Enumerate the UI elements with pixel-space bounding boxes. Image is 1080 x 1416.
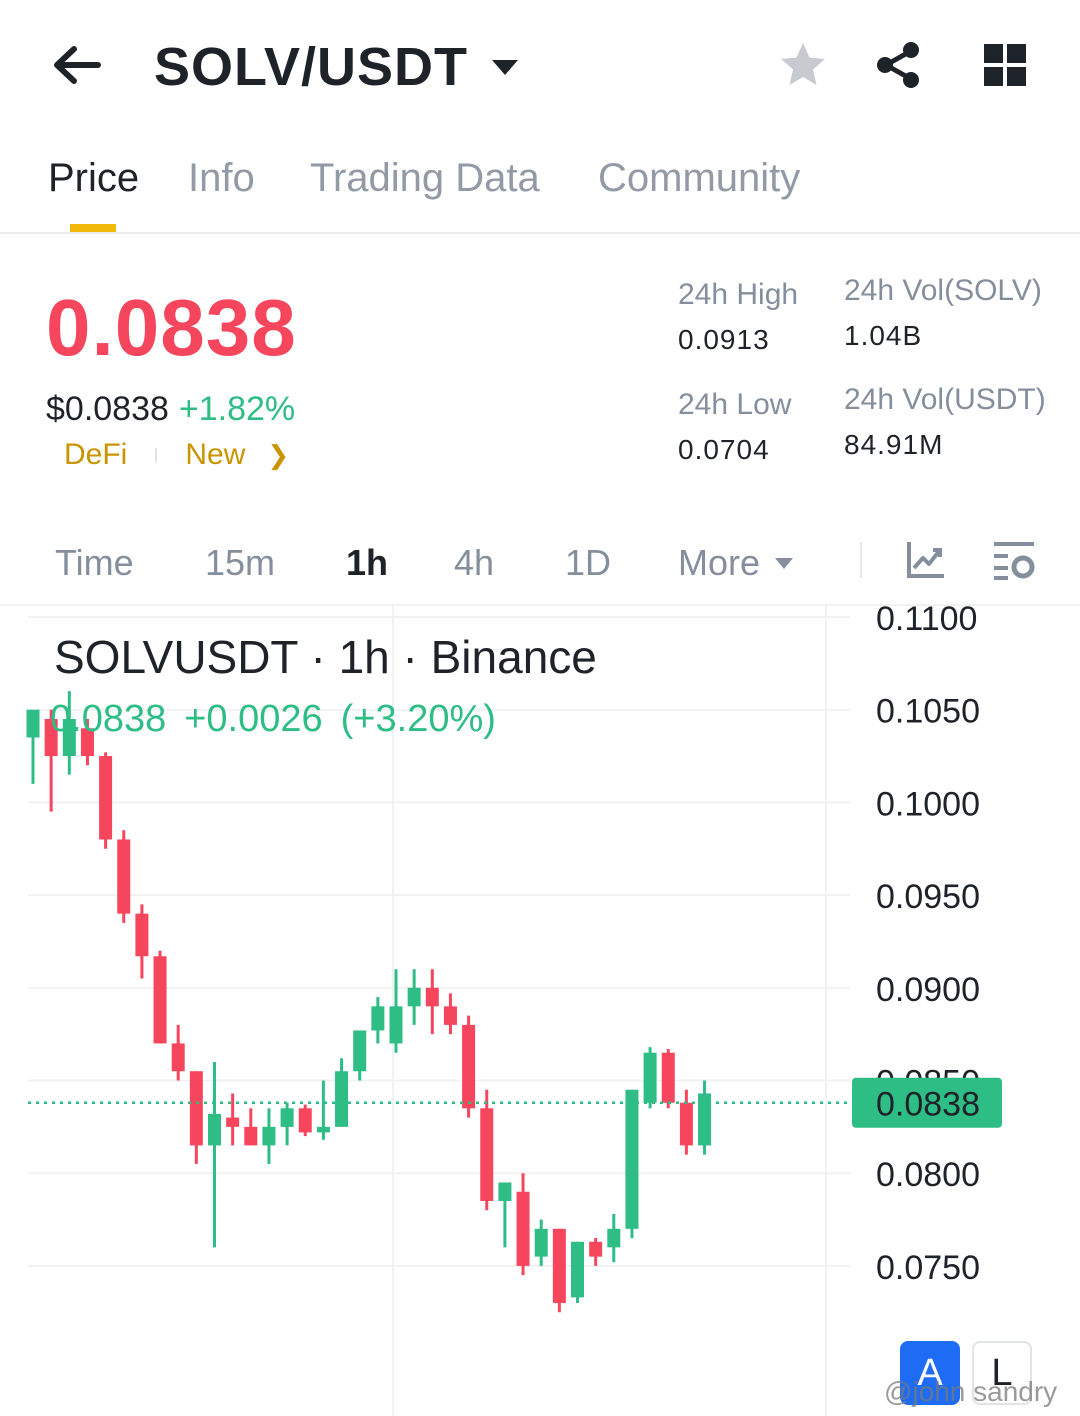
chart-ohlc-legend: 0.0838 +0.0026 (+3.20%): [50, 698, 496, 741]
tag-separator: [155, 448, 158, 462]
tab-trading-data[interactable]: Trading Data: [310, 156, 540, 201]
candle-body: [244, 1126, 258, 1146]
stat-value: 1.04B: [844, 320, 923, 351]
ohlc-change: +0.0026: [184, 698, 323, 740]
candle-body: [480, 1108, 494, 1202]
interval-4h[interactable]: 4h: [454, 542, 494, 584]
active-tab-indicator: [70, 224, 116, 232]
caret-down-icon: [775, 558, 794, 569]
candle-body: [262, 1126, 276, 1146]
top-bar: SOLV/USDT: [0, 0, 1080, 130]
tab-price[interactable]: Price: [48, 156, 139, 201]
tag-row[interactable]: DeFi New ❯: [64, 438, 289, 472]
interval-more[interactable]: More: [678, 542, 794, 584]
y-tick-label: 0.1100: [876, 606, 977, 638]
stat-label: 24h Vol(SOLV): [844, 274, 1042, 307]
candle-body: [552, 1228, 566, 1303]
candle-body: [516, 1191, 530, 1266]
candle-body: [679, 1102, 693, 1146]
stat-value: 0.0913: [678, 324, 770, 355]
stat-value: 0.0704: [678, 434, 770, 465]
tab-bar: Price Info Trading Data Community: [0, 150, 1080, 234]
back-button[interactable]: [48, 40, 104, 90]
candle-body: [280, 1108, 294, 1127]
candle-body: [443, 1006, 457, 1025]
tag-defi[interactable]: DeFi: [64, 438, 127, 472]
candle-body: [371, 1006, 385, 1031]
stat-24h-low: 24h Low 0.0704: [678, 388, 791, 466]
usd-price: $0.0838: [46, 390, 169, 428]
candle-body: [335, 1071, 349, 1127]
candle-body: [117, 839, 131, 914]
stat-label: 24h Low: [678, 388, 792, 421]
candle-body: [389, 1006, 403, 1044]
candle-body: [571, 1241, 584, 1298]
stat-value: 84.91M: [844, 429, 944, 460]
last-price: 0.0838: [46, 283, 297, 372]
tab-community[interactable]: Community: [598, 156, 800, 201]
ohlc-change-pct: (+3.20%): [340, 698, 496, 740]
y-tick-label: 0.0750: [876, 1249, 980, 1287]
y-tick-label: 0.0950: [876, 878, 980, 916]
chart-title: SOLVUSDT · 1h · Binance: [54, 631, 597, 683]
ohlc-close: 0.0838: [50, 698, 167, 740]
y-tick-label: 0.1000: [876, 785, 980, 823]
usd-price-row: $0.0838 +1.82%: [46, 390, 295, 429]
interval-1d[interactable]: 1D: [565, 542, 611, 584]
back-arrow-icon: [54, 46, 101, 84]
candle-body: [607, 1228, 621, 1248]
candle-body: [425, 987, 439, 1007]
stat-label: 24h Vol(USDT): [844, 383, 1046, 416]
last-price-label: 0.0838: [876, 1086, 980, 1124]
candle-body: [353, 1030, 367, 1072]
stat-24h-vol-base: 24h Vol(SOLV) 1.04B: [844, 274, 1042, 352]
candle-body: [298, 1108, 312, 1133]
price-change-percent: +1.82%: [178, 390, 296, 428]
interval-1h[interactable]: 1h: [346, 542, 388, 584]
candle-body: [534, 1228, 548, 1257]
watermark: @john sandry: [884, 1376, 1058, 1407]
candle-body: [226, 1117, 240, 1127]
chart-settings-icon[interactable]: [992, 538, 1036, 582]
candle-body: [625, 1089, 639, 1229]
interval-bar: Time 15m 1h 4h 1D More: [0, 530, 1080, 606]
tab-info[interactable]: Info: [188, 156, 255, 201]
interval-more-label: More: [678, 542, 761, 583]
stat-24h-vol-quote: 24h Vol(USDT) 84.91M: [844, 383, 1046, 461]
interval-15m[interactable]: 15m: [205, 542, 275, 584]
chevron-right-icon[interactable]: ❯: [267, 440, 289, 471]
candle-body: [643, 1052, 657, 1103]
candle-body: [407, 987, 421, 1007]
candle-body: [189, 1071, 203, 1146]
candle-body: [589, 1241, 603, 1257]
caret-down-icon: [492, 60, 519, 75]
candle-body: [316, 1126, 330, 1133]
pair-title: SOLV/USDT: [154, 37, 469, 97]
stat-24h-high: 24h High 0.0913: [678, 278, 798, 356]
candle-body: [171, 1043, 185, 1072]
y-tick-label: 0.0800: [876, 1156, 980, 1194]
tag-new[interactable]: New: [185, 438, 245, 472]
candle-body: [26, 709, 40, 738]
candle-body: [153, 956, 167, 1044]
candle-body: [698, 1093, 712, 1146]
candle-body: [208, 1113, 221, 1146]
candle-body: [661, 1052, 675, 1103]
stat-label: 24h High: [678, 278, 799, 311]
candle-series: [26, 691, 712, 1313]
pair-selector[interactable]: SOLV/USDT: [154, 36, 520, 98]
indicator-icon[interactable]: [904, 538, 948, 582]
candle-body: [135, 913, 149, 957]
y-tick-label: 0.1050: [876, 693, 980, 731]
grid-icon[interactable]: [980, 40, 1030, 90]
y-tick-label: 0.0900: [876, 971, 980, 1009]
interval-time[interactable]: Time: [55, 542, 134, 584]
candlestick-chart[interactable]: 0.11000.10500.10000.09500.09000.08500.08…: [0, 606, 1080, 1416]
star-icon[interactable]: [778, 40, 828, 90]
candle-body: [462, 1024, 476, 1109]
candle-body: [99, 756, 113, 840]
interval-divider: [860, 542, 862, 578]
share-icon[interactable]: [874, 40, 924, 90]
candle-body: [498, 1182, 512, 1202]
